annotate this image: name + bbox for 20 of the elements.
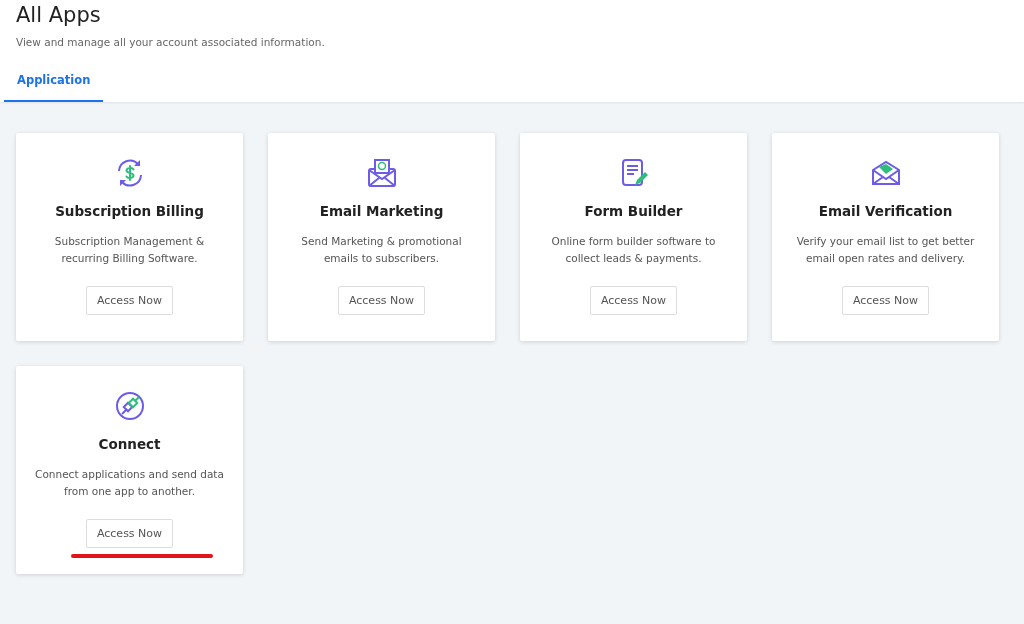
app-name: Email Verification: [818, 203, 953, 219]
access-button[interactable]: Access Now: [337, 286, 426, 315]
access-button[interactable]: Access Now: [589, 286, 678, 315]
page-subtitle: View and manage all your account associated information.: [16, 36, 326, 48]
plug-circle-icon: [113, 390, 146, 422]
access-button[interactable]: Access Now: [85, 519, 174, 548]
app-description: Online form builder software to collect leads & payments.: [550, 234, 717, 266]
tab[interactable]: Application: [4, 66, 104, 102]
app-name: Form Builder: [584, 203, 683, 219]
app-name: Email Marketing: [319, 203, 444, 219]
app-description: Send Marketing & promotional emails to subscribers.: [300, 234, 463, 266]
app-description: Verify your email list to get better email open rates and delivery.: [795, 234, 976, 266]
access-button[interactable]: Access Now: [85, 286, 174, 315]
page-title: All Apps: [16, 2, 102, 28]
app-name: Subscription Billing: [55, 203, 204, 219]
app-description: Subscription Management & recurring Billing Software.: [53, 234, 206, 266]
access-button[interactable]: Access Now: [841, 286, 930, 315]
envelope-check-icon: [365, 157, 398, 189]
app-description: Connect applications and send data from one app to another.: [34, 467, 225, 499]
app-name: Connect: [98, 436, 161, 452]
